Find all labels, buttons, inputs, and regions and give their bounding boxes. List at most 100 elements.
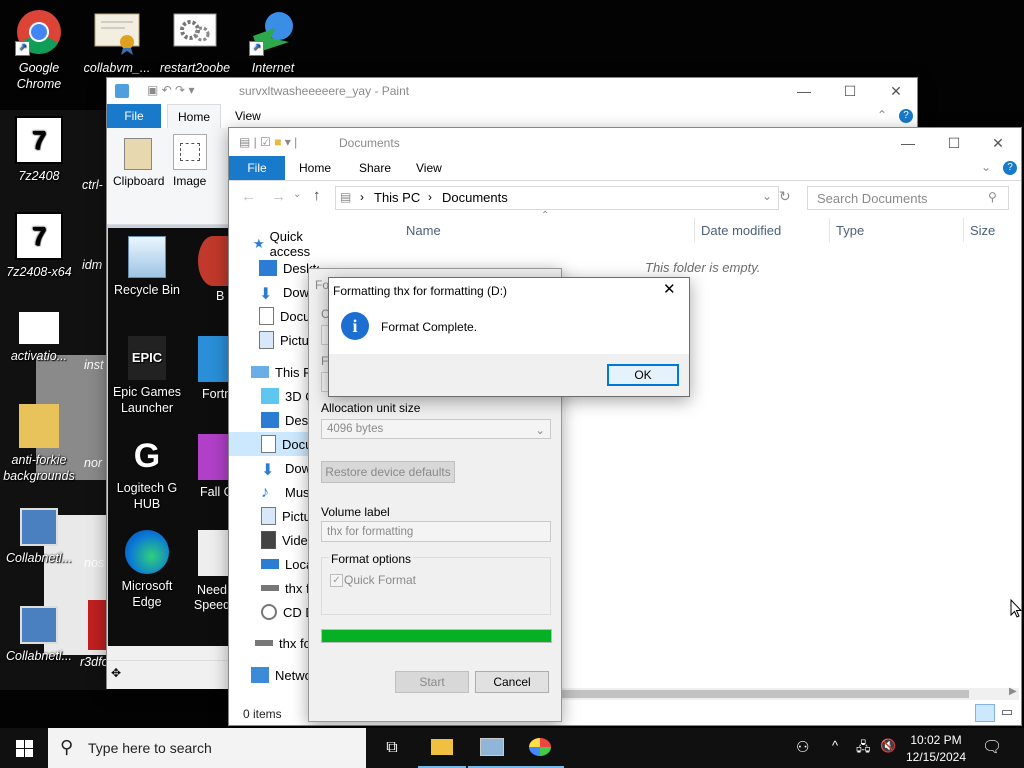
horizontal-scrollbar[interactable]: ▶ xyxy=(559,686,1019,700)
breadcrumb-documents[interactable]: Documents xyxy=(442,190,508,205)
minimize-button[interactable]: — xyxy=(885,128,931,158)
explorer-tab-view[interactable]: View xyxy=(416,156,442,180)
close-button[interactable]: ✕ xyxy=(975,128,1021,158)
nav-documents[interactable]: Docu xyxy=(229,432,319,456)
nav-pictures[interactable]: Pictu xyxy=(261,504,311,528)
allocation-unit-select[interactable]: 4096 bytes ⌄ xyxy=(321,419,551,439)
nav-videos[interactable]: Vide xyxy=(261,528,308,552)
desktop-icon-label: ctrl- xyxy=(82,178,103,192)
desktop-icon-restart2oobe[interactable]: restart2oobe xyxy=(156,8,234,76)
address-bar[interactable]: ▤ › This PC › Documents ⌄ xyxy=(335,186,779,210)
paint-tab-home[interactable]: Home xyxy=(167,104,221,129)
desktop-icon-collabnet-2[interactable]: Collabnetl... xyxy=(0,606,78,664)
nav-music[interactable]: ♪ Musi xyxy=(261,480,312,504)
nav-desktop[interactable]: Desk xyxy=(261,408,315,432)
search-input[interactable]: Search Documents xyxy=(817,191,928,206)
paint-taskbar-button[interactable] xyxy=(516,728,564,768)
restore-defaults-button[interactable]: Restore device defaults xyxy=(321,461,455,483)
desktop-icon-activation[interactable]: activatio... xyxy=(0,312,78,364)
volume-label-input[interactable]: thx for formatting xyxy=(321,521,551,542)
show-hidden-icons-button[interactable]: ^ xyxy=(832,738,838,753)
desktop-icon-edge[interactable]: Microsoft Edge xyxy=(108,530,186,610)
network-status-icon[interactable]: 🖧 xyxy=(856,738,871,760)
column-date-modified[interactable]: Date modified xyxy=(701,223,781,238)
scrollbar-thumb[interactable] xyxy=(559,690,969,698)
large-icons-view-button[interactable]: ▭ xyxy=(999,704,1015,720)
cancel-button[interactable]: Cancel xyxy=(475,671,549,693)
nav-this-pc[interactable]: This P xyxy=(251,360,312,384)
desktop-icon-collabnet-1[interactable]: Collabnetl... xyxy=(0,508,78,566)
desktop-icon-anti-forkie[interactable]: anti-forkie backgrounds xyxy=(0,404,78,484)
task-view-button[interactable]: ⧉ xyxy=(368,728,416,768)
explorer-tab-file[interactable]: File xyxy=(229,156,285,180)
collapse-ribbon-icon[interactable]: ⌃ xyxy=(877,108,887,122)
forward-button[interactable]: → xyxy=(271,188,286,205)
format-options-group: Format options ✓ Quick Format xyxy=(321,552,551,615)
nav-quick-documents[interactable]: Docu xyxy=(259,304,310,328)
explorer-tab-home[interactable]: Home xyxy=(299,156,331,180)
column-size[interactable]: Size xyxy=(970,223,995,238)
search-icon: ⚲ xyxy=(60,737,74,757)
paint-tab-view[interactable]: View xyxy=(235,104,261,128)
refresh-button[interactable]: ↻ xyxy=(779,188,791,205)
taskbar-search-input[interactable]: Type here to search xyxy=(88,740,212,756)
start-button[interactable]: Start xyxy=(395,671,469,693)
image-button[interactable] xyxy=(173,134,207,170)
nav-quick-pictures[interactable]: Pictu xyxy=(259,328,309,352)
address-dropdown-icon[interactable]: ⌄ xyxy=(762,189,772,203)
maximize-button[interactable]: ☐ xyxy=(931,128,977,158)
minimize-button[interactable]: — xyxy=(781,78,827,104)
column-type[interactable]: Type xyxy=(836,223,864,238)
paint-titlebar[interactable]: ▣ ↶ ↷ ▾ survxltwasheeeeere_yay - Paint —… xyxy=(107,78,917,104)
nav-network[interactable]: Netwo xyxy=(251,663,312,687)
help-icon[interactable]: ? xyxy=(1003,161,1017,175)
desktop-icon-7z2408[interactable]: 7 7z2408 xyxy=(0,116,78,184)
desktop-icon-recycle-bin[interactable]: Recycle Bin xyxy=(108,236,186,298)
format-taskbar-button[interactable] xyxy=(468,728,516,768)
nav-thx-drive-root[interactable]: thx fo xyxy=(255,631,311,655)
desktop-icon-epic-games[interactable]: EPIC Epic Games Launcher xyxy=(108,336,186,416)
nav-downloads[interactable]: ⬇ Dow xyxy=(261,456,311,480)
desktop-icon-7z2408-x64[interactable]: 7 7z2408-x64 xyxy=(0,212,78,280)
format-complete-dialog[interactable]: Formatting thx for formatting (D:) ✕ i F… xyxy=(328,277,690,397)
column-name[interactable]: Name xyxy=(406,223,441,238)
close-button[interactable]: ✕ xyxy=(873,78,919,104)
file-explorer-taskbar-button[interactable] xyxy=(418,728,466,768)
desktop-icon-collabvm[interactable]: collabvm_... xyxy=(78,8,156,76)
paint-tab-file[interactable]: File xyxy=(107,104,161,128)
search-box[interactable]: Search Documents ⚲ xyxy=(807,186,1009,210)
close-icon[interactable]: ✕ xyxy=(663,280,676,298)
gears-icon xyxy=(171,8,219,56)
recent-locations-icon[interactable]: ⌄ xyxy=(293,189,301,200)
start-button[interactable] xyxy=(0,728,48,768)
details-view-button[interactable] xyxy=(975,704,995,722)
video-icon xyxy=(261,531,276,549)
desktop-icon-internet[interactable]: ↗ Internet xyxy=(234,8,312,76)
help-icon[interactable]: ? xyxy=(899,109,913,123)
clock-time[interactable]: 10:02 PM xyxy=(906,733,966,747)
explorer-titlebar[interactable]: ▤ | ☑ ■ ▾ | Documents — ☐ ✕ xyxy=(229,128,1021,158)
notifications-icon[interactable]: 🗨 xyxy=(982,737,1002,757)
format-options-label: Format options xyxy=(329,552,414,566)
expand-ribbon-icon[interactable]: ⌄ xyxy=(981,160,991,174)
clock-date[interactable]: 12/15/2024 xyxy=(900,750,972,764)
quick-format-checkbox[interactable]: ✓ xyxy=(330,574,343,587)
desktop-icon-logitech[interactable]: G Logitech G HUB xyxy=(108,436,186,512)
ok-button[interactable]: OK xyxy=(607,364,679,386)
nav-cd-drive[interactable]: CD D xyxy=(261,600,315,624)
back-button[interactable]: ← xyxy=(241,188,256,205)
explorer-quick-access-toolbar: ▤ | ☑ ■ ▾ | xyxy=(239,135,298,149)
up-button[interactable]: ↑ xyxy=(313,187,321,204)
breadcrumb-this-pc[interactable]: This PC xyxy=(374,190,420,205)
explorer-tab-share[interactable]: Share xyxy=(359,156,391,180)
volume-muted-icon[interactable]: 🔇 xyxy=(880,738,896,754)
maximize-button[interactable]: ☐ xyxy=(827,78,873,104)
people-icon[interactable]: ⚇ xyxy=(796,738,809,756)
scroll-right-icon[interactable]: ▶ xyxy=(1009,686,1017,697)
nav-local-disk[interactable]: Loca xyxy=(261,552,313,576)
desktop-icon-chrome[interactable]: ↗ Google Chrome xyxy=(0,8,78,92)
nav-thx-drive[interactable]: thx f xyxy=(261,576,310,600)
nav-quick-downloads[interactable]: ⬇ Dow xyxy=(259,280,309,304)
taskbar-search-box[interactable]: ⚲ Type here to search xyxy=(48,728,366,768)
nav-quick-access[interactable]: ★ Quick access xyxy=(253,229,319,259)
